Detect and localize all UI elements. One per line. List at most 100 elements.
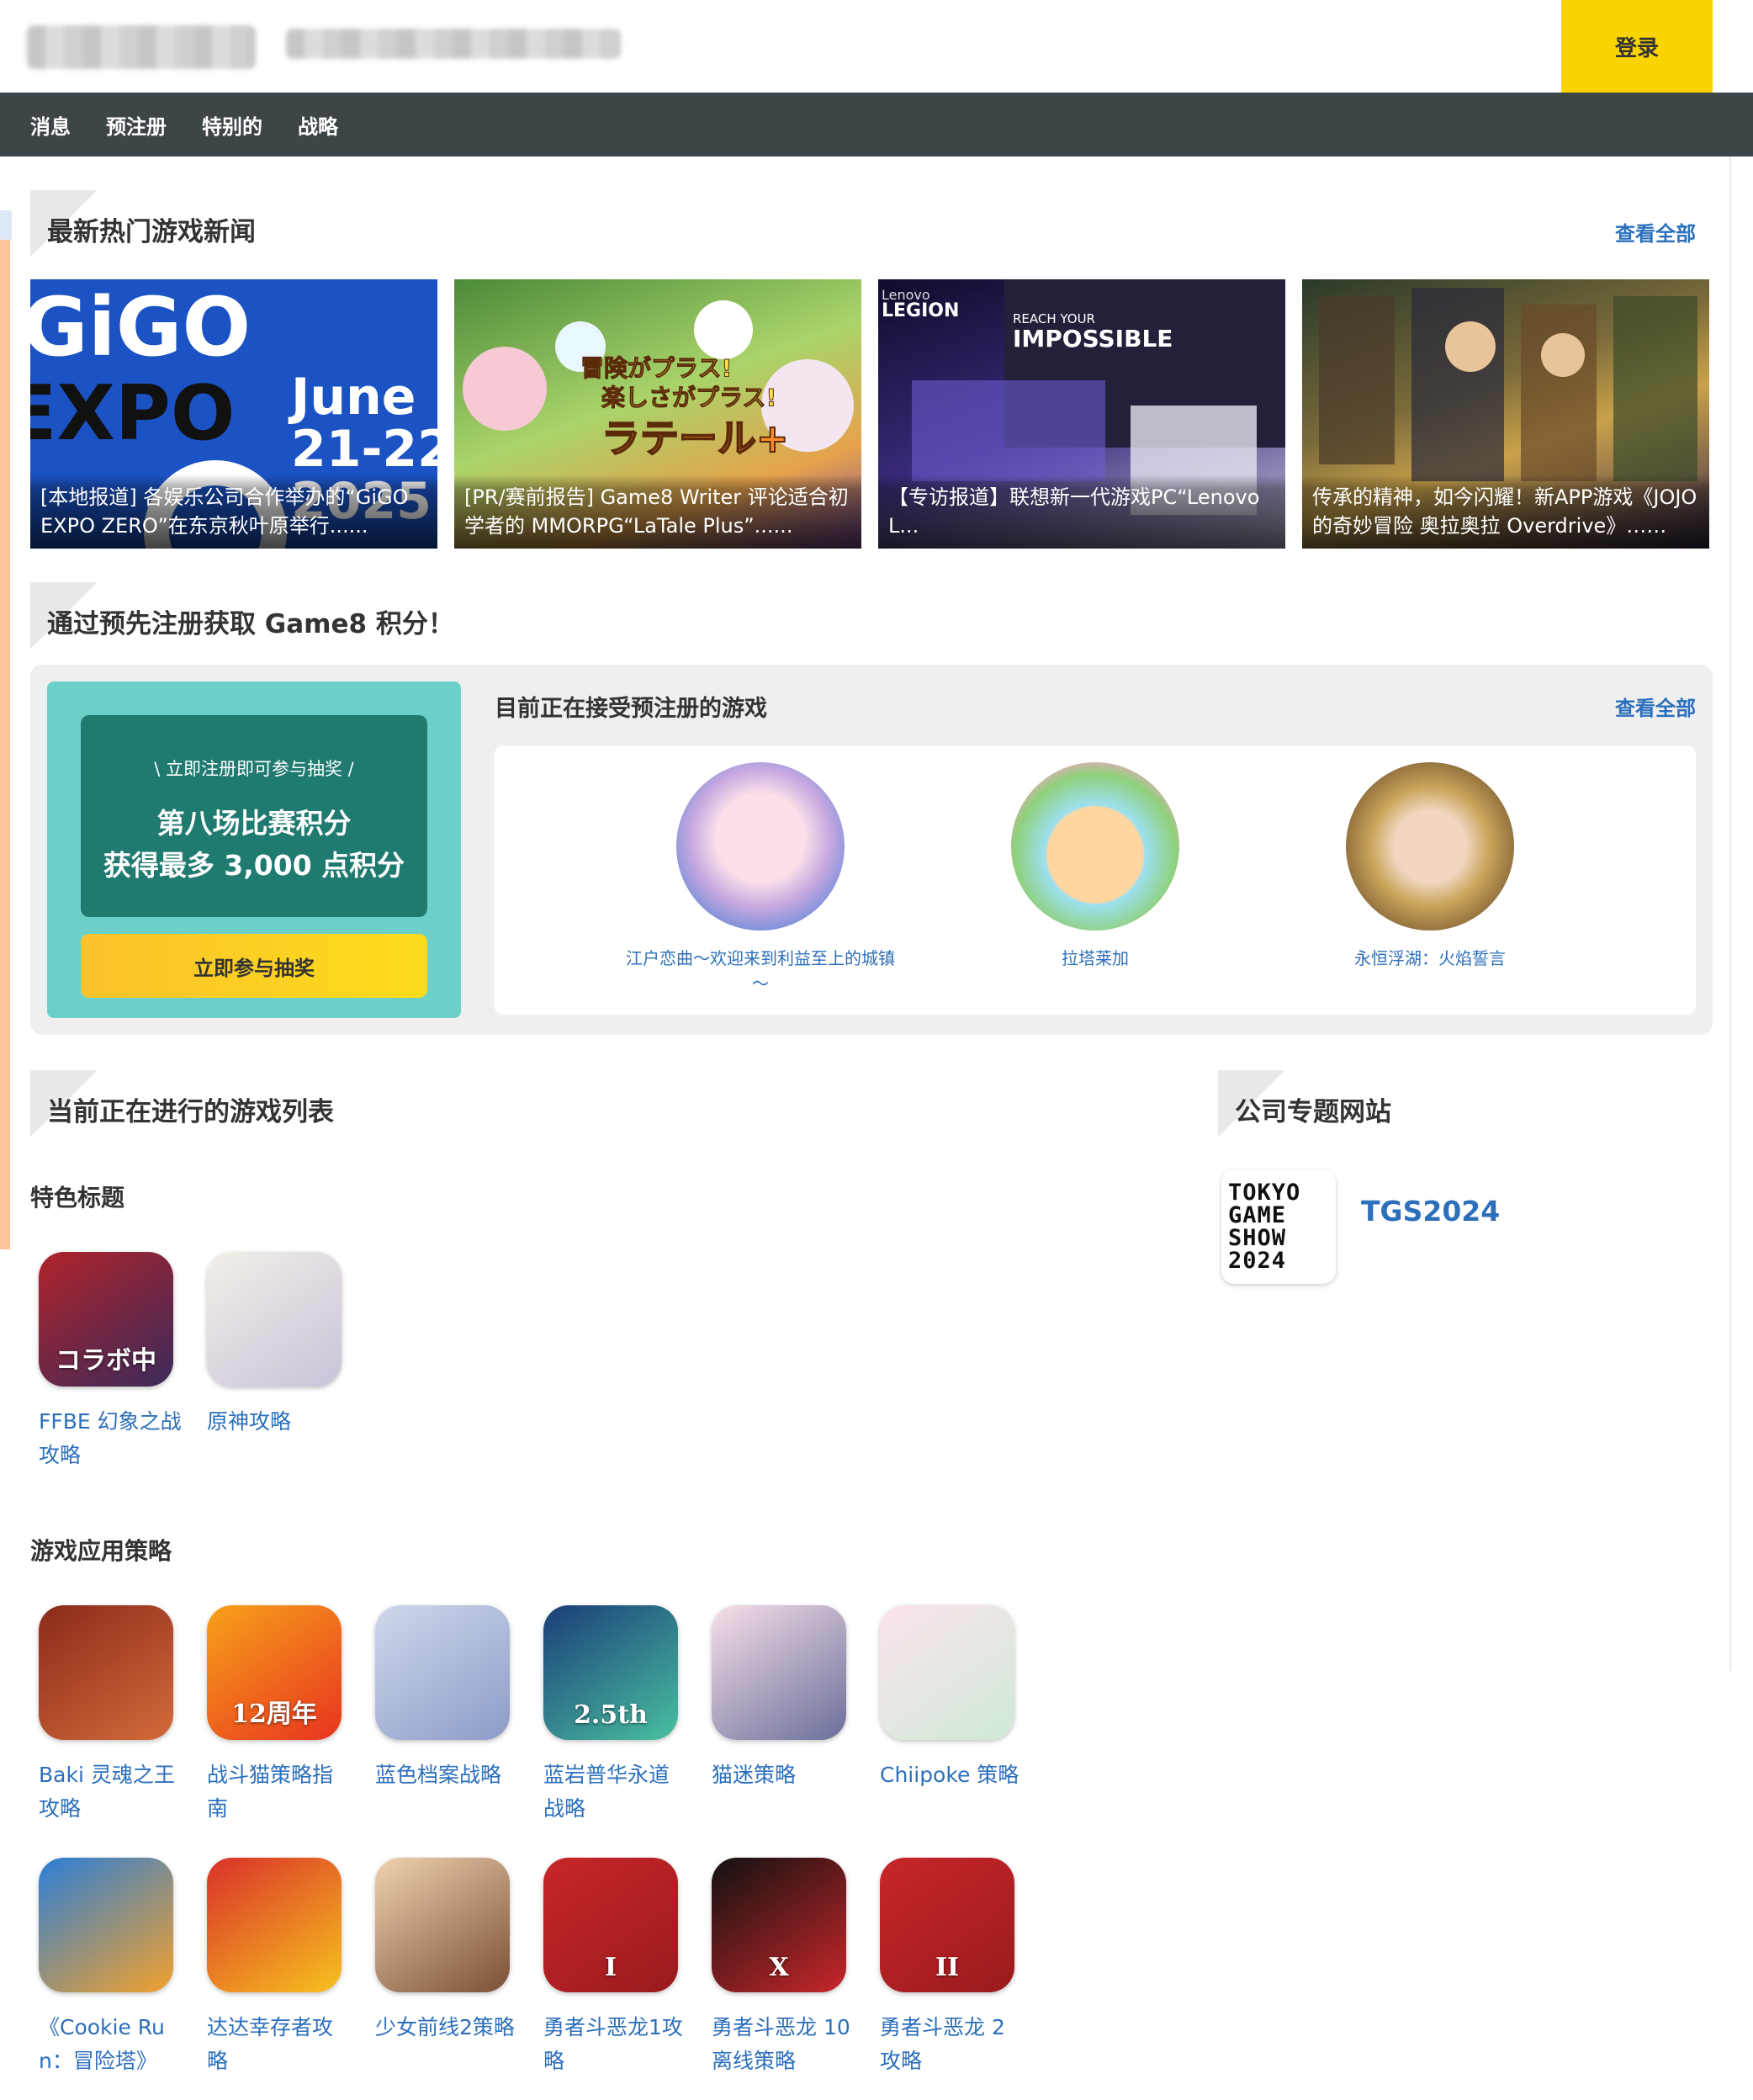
app-name[interactable]: 勇者斗恶龙 10 离线策略: [712, 2011, 855, 2078]
news-see-all-link[interactable]: 查看全部: [1615, 217, 1696, 247]
app-tile[interactable]: Baki 灵魂之王攻略: [39, 1605, 182, 1826]
app-name[interactable]: Chiipoke 策略: [880, 1758, 1023, 1792]
game-avatar: [1346, 762, 1514, 931]
app-icon-text: コラボ中: [56, 1346, 156, 1376]
prereg-game-name: 江户恋曲～欢迎来到利益至上的城镇～: [626, 948, 895, 994]
app-icon: [207, 1252, 342, 1387]
app-tile[interactable]: 达达幸存者攻略: [207, 1858, 350, 2078]
news-caption: 传承的精神，如今闪耀！新APP游戏《JOJO的奇妙冒险 奥拉奥拉 Overdri…: [1302, 475, 1709, 549]
news-caption: [PR/赛前报告] Game8 Writer 评论适合初学者的 MMORPG“L…: [454, 475, 861, 549]
app-tile[interactable]: X 勇者斗恶龙 10 离线策略: [712, 1858, 855, 2078]
app-icon-text: X: [769, 1953, 789, 1982]
app-icon-text: II: [935, 1953, 960, 1982]
app-icon-text: I: [604, 1953, 617, 1982]
game-avatar: [676, 762, 845, 931]
app-tile[interactable]: 少女前线2策略: [375, 1858, 518, 2044]
main-nav: 消息 预注册 特别的 战略: [0, 93, 1753, 156]
app-icon: コラボ中: [39, 1252, 173, 1387]
app-name[interactable]: 蓝色档案战略: [375, 1758, 518, 1792]
company-section-title: 公司专题网站: [1235, 1097, 1391, 1127]
side-banner-tab[interactable]: [0, 210, 12, 240]
svg-text:冒険がプラス!: 冒険がプラス!: [580, 354, 732, 382]
news-caption: 【专访报道】联想新一代游戏PC“Lenovo L...: [878, 475, 1285, 549]
svg-text:IMPOSSIBLE: IMPOSSIBLE: [1013, 325, 1173, 353]
app-name[interactable]: 原神攻略: [207, 1405, 350, 1439]
app-icon: [207, 1858, 342, 1992]
nav-item-news[interactable]: 消息: [30, 110, 71, 140]
news-caption: [本地报道] 各娱乐公司合作举办的“GiGO EXPO ZERO”在东京秋叶原举…: [30, 475, 437, 549]
app-icon: X: [712, 1858, 846, 1992]
app-tile[interactable]: 12周年战斗猫策略指南: [207, 1605, 350, 1826]
svg-text:LEGION: LEGION: [882, 300, 959, 321]
points-promo-banner: \ 立即注册即可参与抽奖 / 第八场比赛积分 获得最多 3,000 点积分: [81, 715, 427, 917]
app-tile[interactable]: Chiipoke 策略: [880, 1605, 1023, 1792]
prereg-game[interactable]: 永恒浮湖：火焰誓言: [1295, 762, 1565, 971]
tgs-link[interactable]: TGS2024: [1361, 1195, 1500, 1228]
app-icon: 12周年: [207, 1605, 342, 1740]
games-section-title: 当前正在进行的游戏列表: [47, 1097, 334, 1127]
app-tile[interactable]: 猫迷策略: [712, 1605, 855, 1792]
prereg-games-title: 目前正在接受预注册的游戏: [495, 696, 767, 722]
nav-item-strategy[interactable]: 战略: [298, 110, 338, 140]
promo-heading: 第八场比赛积分: [156, 807, 352, 840]
prereg-see-all-link[interactable]: 查看全部: [1615, 692, 1696, 721]
app-icon-text: 2.5th: [574, 1700, 648, 1730]
login-button[interactable]: 登录: [1561, 0, 1713, 93]
app-name[interactable]: 勇者斗恶龙1攻略: [543, 2011, 686, 2078]
side-banner-strip: [0, 240, 10, 1249]
app-name[interactable]: 少女前线2策略: [375, 2011, 518, 2044]
app-icon: [39, 1858, 173, 1992]
tgs-logo[interactable]: TOKYO GAME SHOW 2024: [1221, 1169, 1336, 1284]
svg-text:ラテール+: ラテール+: [601, 416, 789, 461]
app-tile[interactable]: II 勇者斗恶龙 2 攻略: [880, 1858, 1023, 2078]
app-tile[interactable]: 《Cookie Run：冒险塔》: [39, 1858, 182, 2078]
app-name[interactable]: 战斗猫策略指南: [207, 1758, 350, 1826]
svg-text:GiGO: GiGO: [30, 280, 251, 374]
game-avatar: [1011, 762, 1179, 931]
promo-points: 获得最多 3,000 点积分: [103, 849, 405, 882]
featured-titles-heading: 特色标题: [30, 1184, 125, 1212]
app-strategy-heading: 游戏应用策略: [30, 1537, 172, 1565]
nav-item-special[interactable]: 特别的: [202, 110, 262, 140]
app-name[interactable]: FFBE 幻象之战攻略: [39, 1405, 182, 1472]
app-icon: [712, 1605, 846, 1740]
app-icon: II: [880, 1858, 1014, 1992]
svg-text:June: June: [288, 368, 416, 427]
app-icon: [375, 1858, 510, 1992]
promo-tagline: \ 立即注册即可参与抽奖 /: [154, 759, 354, 779]
app-icon: [375, 1605, 510, 1740]
join-raffle-button[interactable]: 立即参与抽奖: [81, 934, 427, 998]
news-card[interactable]: 传承的精神，如今闪耀！新APP游戏《JOJO的奇妙冒险 奥拉奥拉 Overdri…: [1302, 279, 1709, 549]
app-tile[interactable]: コラボ中 FFBE 幻象之战攻略: [39, 1252, 182, 1472]
site-logo[interactable]: [27, 25, 256, 69]
prereg-game-name: 拉塔莱加: [1062, 948, 1129, 968]
app-icon: [39, 1605, 173, 1740]
app-tile[interactable]: 原神攻略: [207, 1252, 350, 1439]
app-tile[interactable]: 蓝色档案战略: [375, 1605, 518, 1792]
app-name[interactable]: 猫迷策略: [712, 1758, 855, 1792]
app-name[interactable]: Baki 灵魂之王攻略: [39, 1758, 182, 1826]
app-name[interactable]: 《Cookie Run：冒险塔》: [39, 2011, 182, 2078]
app-icon: I: [543, 1858, 678, 1992]
app-name[interactable]: 勇者斗恶龙 2 攻略: [880, 2011, 1023, 2078]
app-tile[interactable]: 2.5th 蓝岩普华永道战略: [543, 1605, 686, 1826]
svg-text:EXPO: EXPO: [30, 369, 235, 458]
news-card[interactable]: Lenovo LEGION REACH YOUR IMPOSSIBLE 【专访报…: [878, 279, 1285, 549]
site-tagline: [286, 29, 621, 59]
app-name[interactable]: 达达幸存者攻略: [207, 2011, 350, 2078]
app-icon: 2.5th: [543, 1605, 678, 1740]
app-icon: [880, 1605, 1014, 1740]
svg-text:21-22: 21-22: [291, 420, 437, 479]
news-card[interactable]: GiGO EXPO June 21-22 2025 [本地报道] 各娱乐公司合作…: [30, 279, 437, 549]
app-icon-text: 12周年: [231, 1700, 317, 1729]
prereg-game-name: 永恒浮湖：火焰誓言: [1354, 948, 1506, 968]
prereg-game[interactable]: 拉塔莱加: [961, 762, 1230, 971]
news-card[interactable]: 冒険がプラス! 楽しさがプラス! ラテール+ [PR/赛前报告] Game8 W…: [454, 279, 861, 549]
nav-item-preregister[interactable]: 预注册: [106, 110, 167, 140]
top-bar: 登录: [0, 0, 1753, 93]
prereg-game[interactable]: 江户恋曲～欢迎来到利益至上的城镇～: [626, 762, 895, 996]
divider: [1729, 156, 1731, 1671]
app-name[interactable]: 蓝岩普华永道战略: [543, 1758, 686, 1826]
app-tile[interactable]: I 勇者斗恶龙1攻略: [543, 1858, 686, 2078]
news-section-title: 最新热门游戏新闻: [47, 217, 256, 247]
